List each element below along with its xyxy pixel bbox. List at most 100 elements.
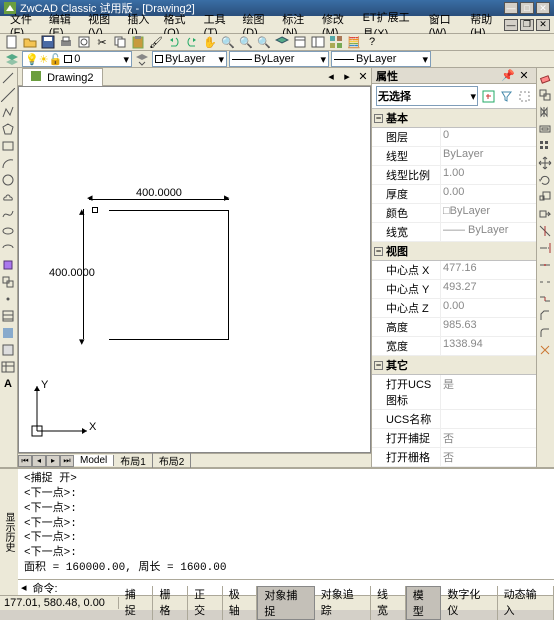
- property-grid[interactable]: −基本 图层0线型ByLayer线型比例1.00厚度0.00颜色□ByLayer…: [372, 109, 536, 467]
- point-icon[interactable]: [0, 291, 16, 307]
- status-数字化仪[interactable]: 数字化仪: [441, 586, 497, 620]
- tab-layout1[interactable]: 布局1: [114, 453, 153, 468]
- cmd-history[interactable]: <捕捉 开> <下一点>: <下一点>: <下一点>: <下一点>: <下一点>…: [18, 469, 554, 579]
- prop-value[interactable]: □ByLayer: [440, 204, 536, 222]
- layers-mgr-icon[interactable]: [4, 51, 20, 67]
- prop-row[interactable]: 打开栅格否: [372, 448, 536, 467]
- layer-combo[interactable]: 💡 ☀ 🔓 0 ▾: [22, 51, 132, 67]
- status-动态输入[interactable]: 动态输入: [498, 586, 554, 620]
- hatch-icon[interactable]: [0, 308, 16, 324]
- minimize-button[interactable]: —: [504, 2, 518, 14]
- prop-value[interactable]: 1.00: [440, 166, 536, 184]
- ellipse-arc-icon[interactable]: [0, 240, 16, 256]
- arc-icon[interactable]: [0, 155, 16, 171]
- prop-row[interactable]: 中心点 Z0.00: [372, 299, 536, 318]
- maximize-button[interactable]: □: [520, 2, 534, 14]
- tab-model[interactable]: Model: [74, 455, 114, 466]
- prop-value[interactable]: 否: [440, 429, 536, 447]
- prop-value[interactable]: 493.27: [440, 280, 536, 298]
- pline-icon[interactable]: [0, 104, 16, 120]
- dc-icon[interactable]: [310, 34, 326, 50]
- array-icon[interactable]: [537, 138, 553, 154]
- zoom-win-icon[interactable]: 🔍: [238, 34, 254, 50]
- prop-row[interactable]: 颜色□ByLayer: [372, 204, 536, 223]
- print-icon[interactable]: [58, 34, 74, 50]
- prop-value[interactable]: —— ByLayer: [440, 223, 536, 241]
- explode-icon[interactable]: [537, 342, 553, 358]
- table-icon[interactable]: [0, 359, 16, 375]
- prop-row[interactable]: 线型ByLayer: [372, 147, 536, 166]
- tab-prev-icon[interactable]: ◂: [32, 455, 46, 467]
- pin-icon[interactable]: 📌: [500, 68, 516, 84]
- calc-icon[interactable]: 🧮: [346, 34, 362, 50]
- prop-value[interactable]: 985.63: [440, 318, 536, 336]
- cmd-scroll-icon[interactable]: ◂: [18, 581, 30, 594]
- prop-row[interactable]: 线宽—— ByLayer: [372, 223, 536, 242]
- prop-value[interactable]: 1338.94: [440, 337, 536, 355]
- color-combo[interactable]: ByLayer ▾: [152, 51, 227, 67]
- doc-minimize-button[interactable]: —: [504, 19, 518, 31]
- prop-row[interactable]: 打开UCS图标是: [372, 375, 536, 410]
- break-pt-icon[interactable]: [537, 257, 553, 273]
- doc-tab[interactable]: Drawing2: [22, 68, 103, 86]
- open-icon[interactable]: [22, 34, 38, 50]
- status-栅格[interactable]: 栅格: [153, 586, 188, 620]
- prop-value[interactable]: 0.00: [440, 185, 536, 203]
- quick-select-icon[interactable]: [498, 88, 514, 104]
- tab-layout2[interactable]: 布局2: [153, 453, 192, 468]
- move-icon[interactable]: [537, 155, 553, 171]
- ellipse-icon[interactable]: [0, 223, 16, 239]
- tab-left-icon[interactable]: ◂: [323, 69, 339, 85]
- paste-icon[interactable]: [130, 34, 146, 50]
- layer-prev-icon[interactable]: [134, 51, 150, 67]
- prop-value[interactable]: ByLayer: [440, 147, 536, 165]
- help-icon[interactable]: ?: [364, 34, 380, 50]
- layer-mgr-icon[interactable]: [274, 34, 290, 50]
- linetype-combo[interactable]: ByLayer ▾: [229, 51, 329, 67]
- prop-row[interactable]: 中心点 Y493.27: [372, 280, 536, 299]
- status-捕捉[interactable]: 捕捉: [119, 586, 154, 620]
- gradient-icon[interactable]: [0, 325, 16, 341]
- toolpal-icon[interactable]: [328, 34, 344, 50]
- save-icon[interactable]: [40, 34, 56, 50]
- scale-icon[interactable]: [537, 189, 553, 205]
- offset-icon[interactable]: [537, 121, 553, 137]
- pick-add-icon[interactable]: [480, 88, 496, 104]
- break-icon[interactable]: [537, 274, 553, 290]
- join-icon[interactable]: [537, 291, 553, 307]
- line-icon[interactable]: [0, 70, 16, 86]
- prop-row[interactable]: 线型比例1.00: [372, 166, 536, 185]
- preview-icon[interactable]: [76, 34, 92, 50]
- copy-icon[interactable]: [112, 34, 128, 50]
- prop-row[interactable]: 厚度0.00: [372, 185, 536, 204]
- status-模型[interactable]: 模型: [406, 586, 442, 620]
- close-button[interactable]: ✕: [536, 2, 550, 14]
- lineweight-combo[interactable]: ByLayer ▾: [331, 51, 431, 67]
- prop-row[interactable]: UCS名称: [372, 410, 536, 429]
- drawing-canvas[interactable]: 400.0000 ◂ ▸ 400.0000 ▴ ▾: [18, 86, 371, 453]
- revcloud-icon[interactable]: [0, 189, 16, 205]
- status-对象捕捉[interactable]: 对象捕捉: [257, 586, 314, 620]
- status-线宽[interactable]: 线宽: [371, 586, 406, 620]
- tab-first-icon[interactable]: ⏮: [18, 455, 32, 467]
- copy-m-icon[interactable]: [537, 87, 553, 103]
- status-正交[interactable]: 正交: [188, 586, 223, 620]
- stretch-icon[interactable]: [537, 206, 553, 222]
- prop-row[interactable]: 中心点 X477.16: [372, 261, 536, 280]
- cat-basic[interactable]: −基本: [372, 109, 536, 128]
- props-icon[interactable]: [292, 34, 308, 50]
- zoom-rt-icon[interactable]: 🔍: [220, 34, 236, 50]
- new-icon[interactable]: [4, 34, 20, 50]
- select-obj-icon[interactable]: [516, 88, 532, 104]
- doc-restore-button[interactable]: ❐: [520, 19, 534, 31]
- cut-icon[interactable]: ✂: [94, 34, 110, 50]
- region-icon[interactable]: [0, 342, 16, 358]
- prop-value[interactable]: [440, 410, 536, 428]
- prop-value[interactable]: 是: [440, 375, 536, 409]
- spline-icon[interactable]: [0, 206, 16, 222]
- prop-value[interactable]: 0: [440, 128, 536, 146]
- prop-row[interactable]: 图层0: [372, 128, 536, 147]
- trim-icon[interactable]: [537, 223, 553, 239]
- match-icon[interactable]: 🖌: [148, 34, 164, 50]
- tab-next-icon[interactable]: ▸: [46, 455, 60, 467]
